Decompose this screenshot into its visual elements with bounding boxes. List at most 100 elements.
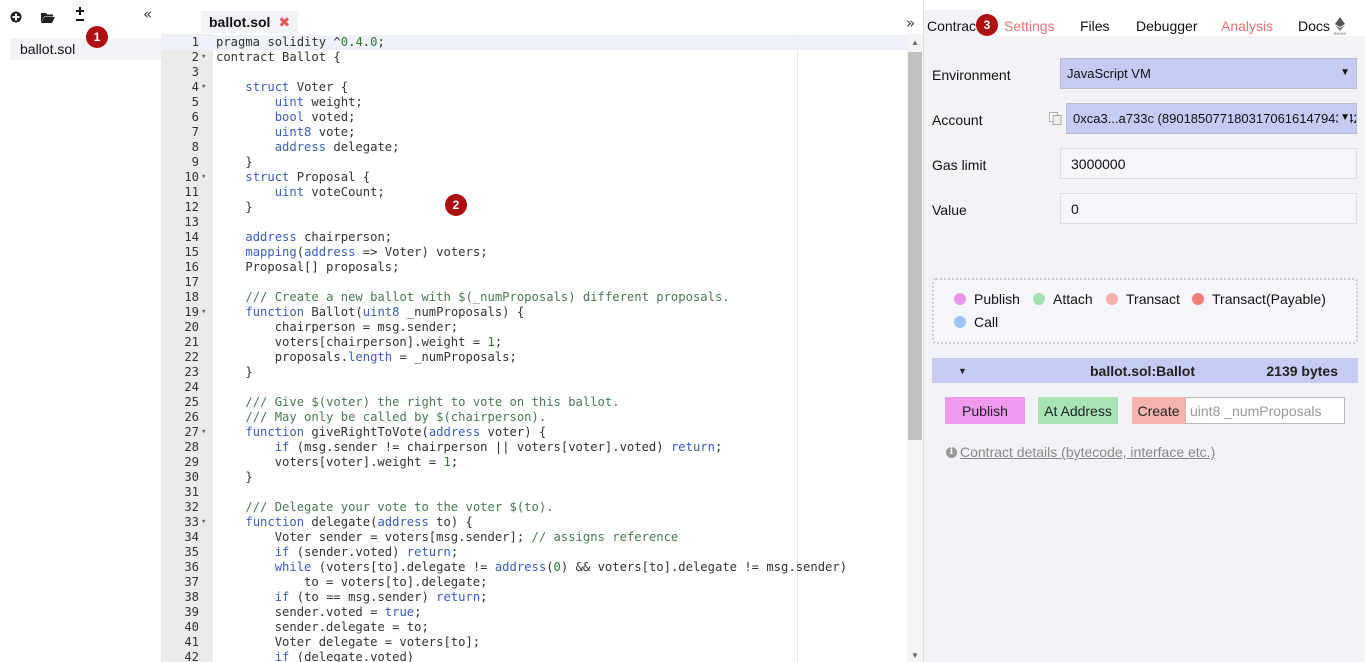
fold-arrow-icon[interactable]: ▾ — [201, 425, 211, 440]
line-number: 14 — [184, 230, 199, 244]
code-line[interactable]: 32 /// Delegate your vote to the voter $… — [161, 500, 907, 515]
tab-docs[interactable]: Docs — [1298, 18, 1330, 34]
code-text: /// Delegate your vote to the voter $(to… — [245, 500, 554, 514]
gas-limit-input[interactable]: 3000000 — [1060, 148, 1357, 179]
legend-transact: Transact — [1106, 291, 1180, 307]
code-line[interactable]: 22 proposals.length = _numProposals; — [161, 350, 907, 365]
code-line[interactable]: 35 if (sender.voted) return; — [161, 545, 907, 560]
legend-call: Call — [954, 314, 998, 330]
at-address-button[interactable]: At Address — [1038, 397, 1118, 424]
code-line[interactable]: 29 voters[voter].weight = 1; — [161, 455, 907, 470]
environment-select[interactable]: JavaScript VM ▼ — [1060, 58, 1357, 89]
value-input[interactable]: 0 — [1060, 193, 1357, 224]
fold-arrow-icon[interactable]: ▾ — [201, 170, 211, 185]
close-tab-icon[interactable]: ✖ — [278, 14, 290, 31]
collapse-right-icon[interactable]: » — [906, 14, 915, 32]
code-line[interactable]: 37 to = voters[to].delegate; — [161, 575, 907, 590]
tab-analysis[interactable]: Analysis — [1221, 18, 1273, 34]
tab-settings[interactable]: Settings — [1004, 18, 1055, 34]
account-select[interactable]: 0xca3...a733c (8901850771803170616147943… — [1066, 103, 1357, 134]
annotation-badge-3: 3 — [976, 14, 998, 36]
create-args-input[interactable]: uint8 _numProposals — [1185, 397, 1345, 424]
code-line[interactable]: 14 address chairperson; — [161, 230, 907, 245]
line-number: 12 — [184, 200, 199, 214]
code-text: if (msg.sender != chairperson || voters[… — [274, 440, 723, 454]
code-line[interactable]: 12 } — [161, 200, 907, 215]
tab-ballot-sol[interactable]: ballot.sol ✖ — [201, 11, 299, 33]
code-line[interactable]: 8 address delegate; — [161, 140, 907, 155]
dropdown-arrow-icon: ▼ — [1338, 112, 1350, 123]
toggle-contract-icon[interactable]: ▼ — [958, 366, 967, 376]
code-line[interactable]: 3 — [161, 65, 907, 80]
line-number: 4 — [191, 80, 199, 94]
contract-details-link[interactable]: i Contract details (bytecode, interface … — [946, 444, 1215, 460]
code-area[interactable]: 1 pragma solidity ^0.4.0; 2 ▾ contract Ballo… — [161, 34, 907, 662]
account-label: Account — [932, 112, 983, 128]
code-line[interactable]: 13 — [161, 215, 907, 230]
code-line[interactable]: 9 } — [161, 155, 907, 170]
fold-arrow-icon[interactable]: ▾ — [201, 515, 211, 530]
code-line[interactable]: 39 sender.voted = true; — [161, 605, 907, 620]
code-line[interactable]: 15 mapping(address => Voter) voters; — [161, 245, 907, 260]
code-line[interactable]: 31 — [161, 485, 907, 500]
code-line[interactable]: 40 sender.delegate = to; — [161, 620, 907, 635]
code-editor: ballot.sol ✖ » 1 pragma solidity ^0.4.0; 2… — [161, 0, 923, 662]
tab-contract[interactable]: Contract — [924, 10, 983, 36]
code-line[interactable]: 2 ▾ contract Ballot { — [161, 50, 907, 65]
copy-icon[interactable] — [1049, 112, 1062, 125]
scroll-up-icon[interactable]: ▲ — [911, 38, 919, 47]
code-line[interactable]: 26 /// May only be called by $(chairpers… — [161, 410, 907, 425]
code-line[interactable]: 27 ▾ function giveRightToVote(address vot… — [161, 425, 907, 440]
code-line[interactable]: 24 — [161, 380, 907, 395]
line-number: 3 — [191, 65, 199, 79]
code-line[interactable]: 36 while (voters[to].delegate != address… — [161, 560, 907, 575]
tab-debugger[interactable]: Debugger — [1136, 18, 1198, 34]
contract-name: ballot.sol:Ballot — [1090, 362, 1195, 379]
open-folder-icon[interactable] — [40, 9, 56, 25]
line-number: 7 — [191, 125, 199, 139]
editor-scrollbar[interactable]: ▲ ▼ — [907, 34, 923, 662]
code-line[interactable]: 21 voters[chairperson].weight = 1; — [161, 335, 907, 350]
code-line[interactable]: 18 /// Create a new ballot with $(_numPr… — [161, 290, 907, 305]
code-line[interactable]: 28 if (msg.sender != chairperson || vote… — [161, 440, 907, 455]
contract-header[interactable]: ▼ ballot.sol:Ballot 2139 bytes — [932, 358, 1358, 383]
code-line[interactable]: 33 ▾ function delegate(address to) { — [161, 515, 907, 530]
fold-arrow-icon[interactable]: ▾ — [201, 50, 211, 65]
code-line[interactable]: 30 } — [161, 470, 907, 485]
line-number: 13 — [184, 215, 199, 229]
collapse-left-icon[interactable]: « — [143, 5, 152, 23]
code-line[interactable]: 4 ▾ struct Voter { — [161, 80, 907, 95]
file-toolbar — [8, 6, 104, 28]
code-line[interactable]: 23 } — [161, 365, 907, 380]
code-line[interactable]: 1 pragma solidity ^0.4.0; — [161, 35, 907, 50]
line-number: 40 — [184, 620, 199, 634]
code-line[interactable]: 42 if (delegate.voted) — [161, 650, 907, 662]
line-number: 28 — [184, 440, 199, 454]
code-line[interactable]: 6 bool voted; — [161, 110, 907, 125]
code-line[interactable]: 38 if (to == msg.sender) return; — [161, 590, 907, 605]
code-line[interactable]: 11 uint voteCount; — [161, 185, 907, 200]
code-text: address chairperson; — [245, 230, 393, 244]
code-line[interactable]: 16 Proposal[] proposals; — [161, 260, 907, 275]
scroll-down-icon[interactable]: ▼ — [911, 651, 919, 660]
code-line[interactable]: 41 Voter delegate = voters[to]; — [161, 635, 907, 650]
code-line[interactable]: 5 uint weight; — [161, 95, 907, 110]
code-line[interactable]: 17 — [161, 275, 907, 290]
line-number: 10 — [184, 170, 199, 184]
code-line[interactable]: 25 /// Give $(voter) the right to vote o… — [161, 395, 907, 410]
connect-localhost-icon[interactable] — [72, 7, 88, 25]
publish-button[interactable]: Publish — [945, 397, 1025, 424]
scrollbar-thumb[interactable] — [908, 52, 922, 440]
code-line[interactable]: 10 ▾ struct Proposal { — [161, 170, 907, 185]
file-item-ballot[interactable]: ballot.sol — [10, 38, 161, 60]
code-line[interactable]: 19 ▾ function Ballot(uint8 _numProposals)… — [161, 305, 907, 320]
fold-arrow-icon[interactable]: ▾ — [201, 305, 211, 320]
code-line[interactable]: 7 uint8 vote; — [161, 125, 907, 140]
code-line[interactable]: 20 chairperson = msg.sender; — [161, 320, 907, 335]
fold-arrow-icon[interactable]: ▾ — [201, 80, 211, 95]
code-text: sender.voted = true; — [216, 605, 422, 619]
add-file-icon[interactable] — [8, 9, 24, 25]
code-line[interactable]: 34 Voter sender = voters[msg.sender]; //… — [161, 530, 907, 545]
create-button[interactable]: Create — [1132, 397, 1185, 424]
tab-files[interactable]: Files — [1080, 18, 1110, 34]
